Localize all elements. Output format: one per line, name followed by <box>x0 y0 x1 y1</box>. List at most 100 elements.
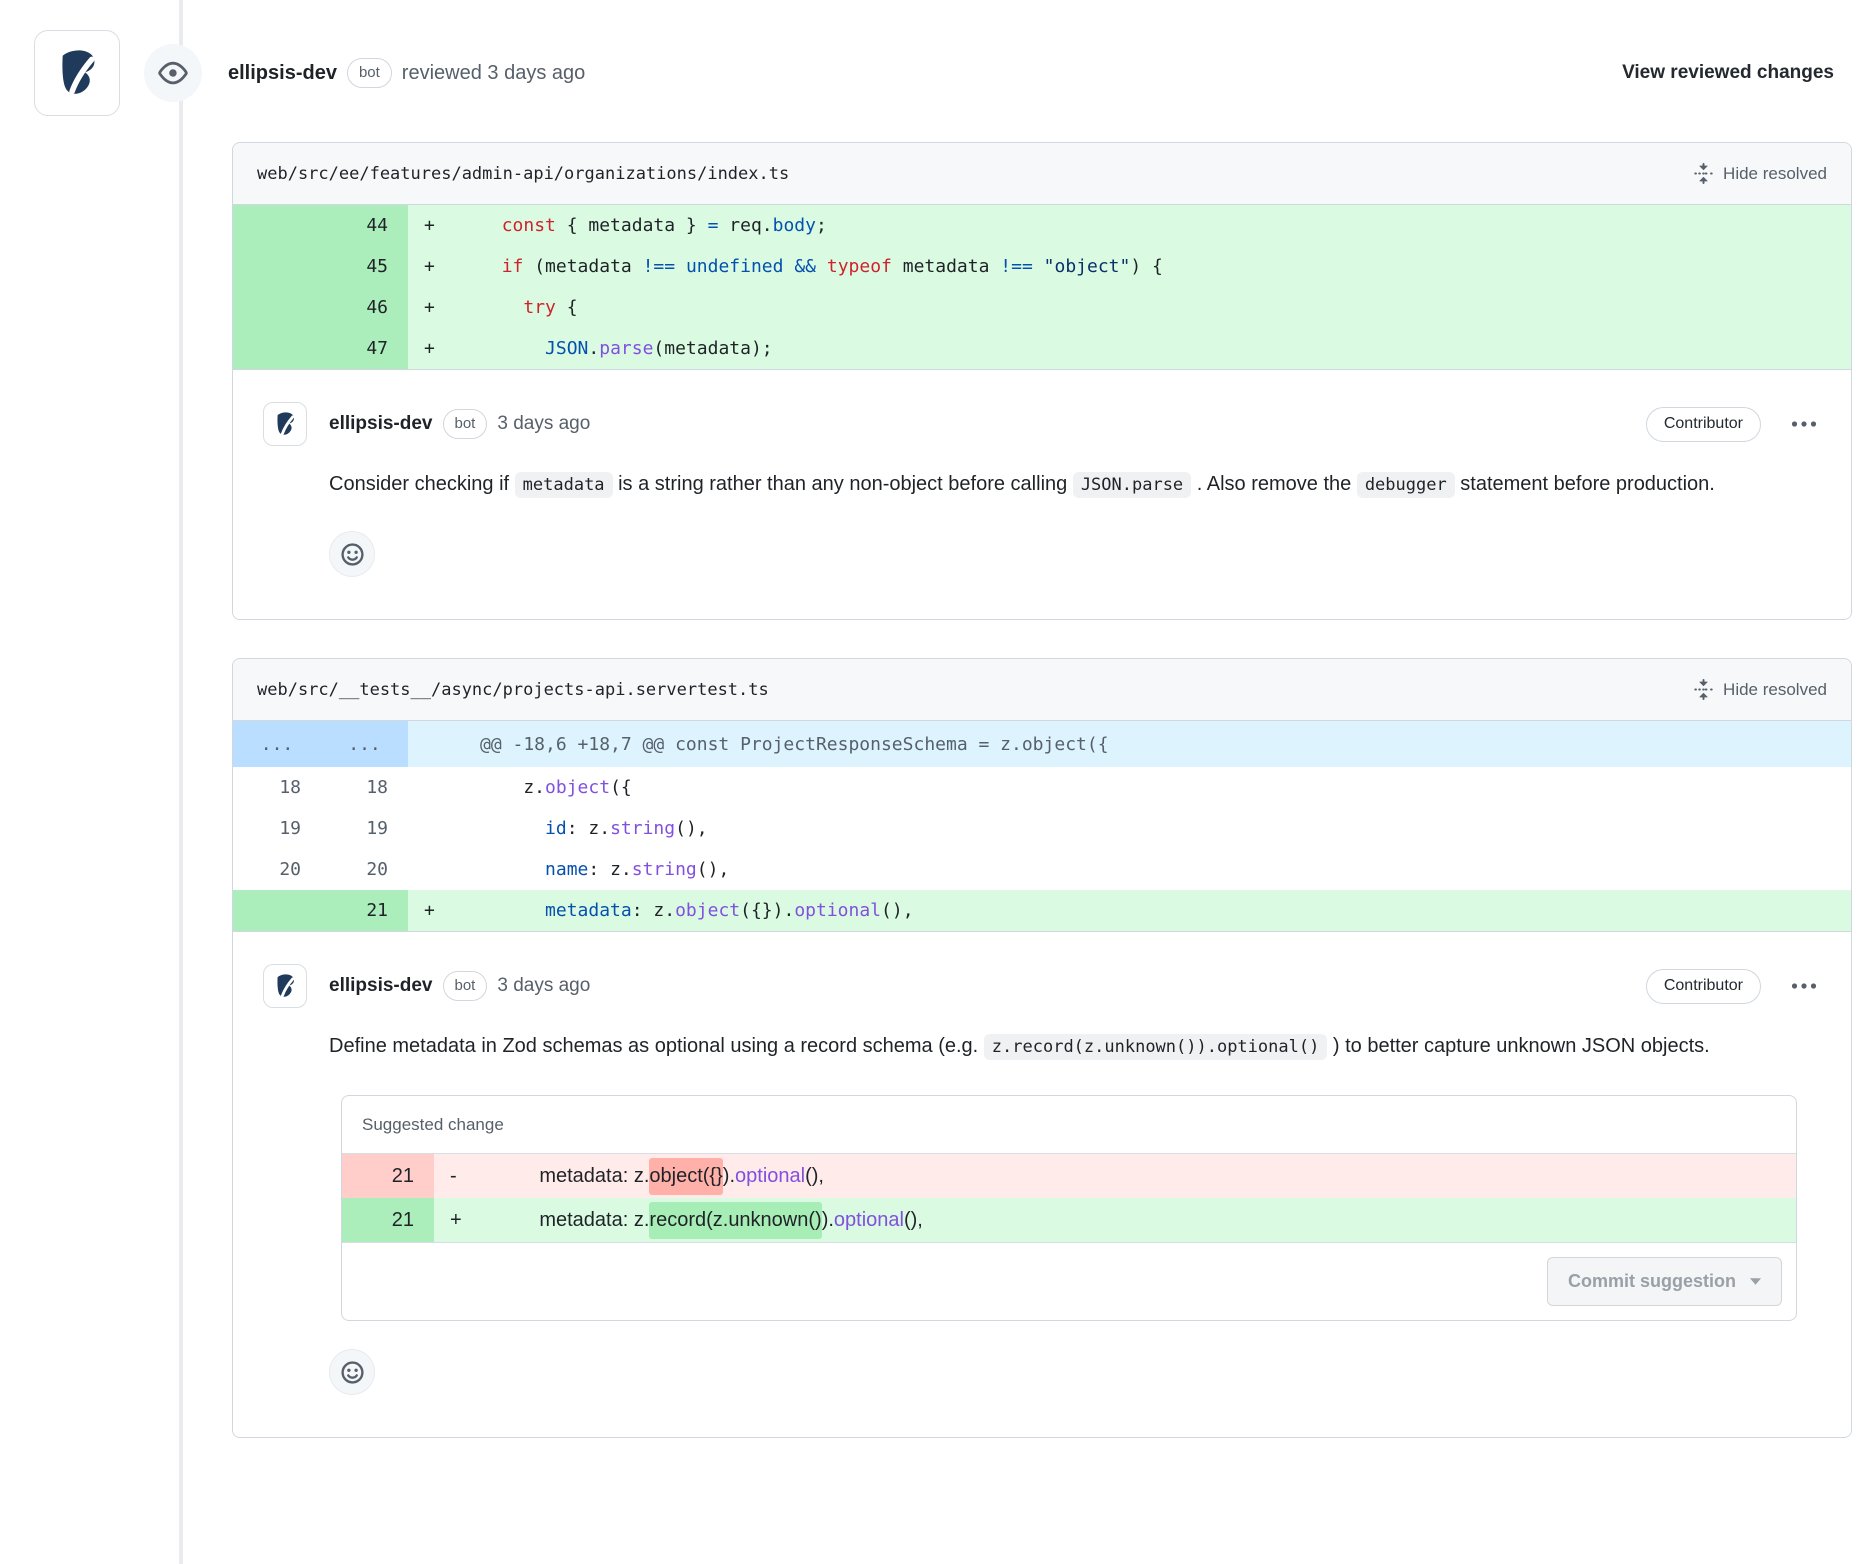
new-line-number: 19 <box>321 808 408 849</box>
kebab-icon <box>1791 982 1817 990</box>
review-comment: ellipsis-dev bot 3 days ago Contributor … <box>233 370 1851 619</box>
inline-code: z.record(z.unknown()).optional() <box>984 1034 1328 1060</box>
file-path-link[interactable]: web/src/__tests__/async/projects-api.ser… <box>257 680 769 700</box>
comment-meta: ellipsis-dev bot 3 days ago <box>329 971 590 1001</box>
code-line: name: z.string(), <box>460 849 1851 890</box>
diff-line: 46+ try { <box>233 287 1851 328</box>
comment-actions: Contributor <box>1646 969 1821 1004</box>
old-line-number: 18 <box>233 767 321 808</box>
comment-author[interactable]: ellipsis-dev <box>329 413 433 435</box>
fold-icon <box>1693 163 1714 184</box>
comment-body: Consider checking if metadata is a strin… <box>329 466 1821 503</box>
ellipsis-logo-icon <box>269 970 301 1002</box>
new-line-number: ... <box>321 721 408 767</box>
contributor-badge: Contributor <box>1646 969 1761 1004</box>
old-line-number <box>233 287 321 328</box>
comment-text: Consider checking if <box>329 473 515 495</box>
comment-header: ellipsis-dev bot 3 days ago Contributor <box>263 964 1821 1008</box>
suggested-change-title: Suggested change <box>342 1096 1796 1154</box>
reviewer-avatar[interactable] <box>34 30 120 116</box>
new-line-number: 44 <box>321 205 408 246</box>
bot-badge: bot <box>443 971 488 1001</box>
code-diff: 44+ const { metadata } = req.body;45+ if… <box>233 205 1851 370</box>
comment-avatar[interactable] <box>263 402 307 446</box>
view-reviewed-changes-link[interactable]: View reviewed changes <box>1622 62 1834 84</box>
bot-badge: bot <box>443 409 488 439</box>
code-line: metadata: z.record(z.unknown()).optional… <box>486 1198 1796 1242</box>
diff-sign: + <box>408 328 460 369</box>
diff-line: 44+ const { metadata } = req.body; <box>233 205 1851 246</box>
diff-line: 2020 name: z.string(), <box>233 849 1851 890</box>
comment-text: ) to better capture unknown JSON objects… <box>1327 1035 1709 1057</box>
diff-sign: + <box>408 205 460 246</box>
timeline-line <box>179 0 183 1564</box>
ellipsis-logo-icon <box>269 408 301 440</box>
diff-sign <box>408 721 460 767</box>
review-action-text: reviewed 3 days ago <box>402 62 585 85</box>
hide-resolved-button[interactable]: Hide resolved <box>1693 163 1827 184</box>
suggestion-footer: Commit suggestion <box>342 1242 1796 1320</box>
code-line: if (metadata !== undefined && typeof met… <box>460 246 1851 287</box>
diff-sign <box>408 849 460 890</box>
old-line-number <box>233 246 321 287</box>
new-line-number: 21 <box>321 890 408 931</box>
diff-sign: - <box>434 1154 486 1198</box>
comment-avatar[interactable] <box>263 964 307 1008</box>
file-path-link[interactable]: web/src/ee/features/admin-api/organizati… <box>257 164 789 184</box>
old-line-number <box>233 890 321 931</box>
diff-line: 1919 id: z.string(), <box>233 808 1851 849</box>
new-line-number: 46 <box>321 287 408 328</box>
code-line: metadata: z.object({}).optional(), <box>486 1154 1796 1198</box>
review-comment: ellipsis-dev bot 3 days ago Contributor … <box>233 932 1851 1437</box>
diff-line: ......@@ -18,6 +18,7 @@ const ProjectRes… <box>233 721 1851 767</box>
diff-line: 47+ JSON.parse(metadata); <box>233 328 1851 369</box>
fold-icon <box>1693 679 1714 700</box>
diff-line: 21+ metadata: z.record(z.unknown()).opti… <box>342 1198 1796 1242</box>
add-reaction-button[interactable] <box>329 531 375 577</box>
hide-resolved-label: Hide resolved <box>1723 680 1827 700</box>
commit-suggestion-label: Commit suggestion <box>1568 1271 1736 1292</box>
add-reaction-button[interactable] <box>329 1349 375 1395</box>
diff-sign: + <box>434 1198 486 1242</box>
diff-line: 21- metadata: z.object({}).optional(), <box>342 1154 1796 1198</box>
code-line: z.object({ <box>460 767 1851 808</box>
comment-header: ellipsis-dev bot 3 days ago Contributor <box>263 402 1821 446</box>
code-line: const { metadata } = req.body; <box>460 205 1851 246</box>
inline-code: debugger <box>1357 472 1455 498</box>
new-line-number: 45 <box>321 246 408 287</box>
old-line-number: 19 <box>233 808 321 849</box>
diff-line: 1818 z.object({ <box>233 767 1851 808</box>
comment-timestamp[interactable]: 3 days ago <box>497 975 590 997</box>
comment-author[interactable]: ellipsis-dev <box>329 975 433 997</box>
diff-sign <box>408 808 460 849</box>
suggested-change-block: Suggested change 21- metadata: z.object(… <box>341 1095 1797 1321</box>
comment-text: Define metadata in Zod schemas as option… <box>329 1035 984 1057</box>
diff-sign <box>408 767 460 808</box>
contributor-badge: Contributor <box>1646 407 1761 442</box>
line-number: 21 <box>342 1198 434 1242</box>
diff-sign: + <box>408 890 460 931</box>
kebab-menu-button[interactable] <box>1787 414 1821 434</box>
comment-body: Define metadata in Zod schemas as option… <box>329 1028 1821 1065</box>
smiley-icon <box>339 541 366 568</box>
diff-sign: + <box>408 246 460 287</box>
line-number: 21 <box>342 1154 434 1198</box>
reviewer-name[interactable]: ellipsis-dev <box>228 62 337 85</box>
old-line-number: 20 <box>233 849 321 890</box>
diff-sign: + <box>408 287 460 328</box>
code-line: JSON.parse(metadata); <box>460 328 1851 369</box>
new-line-number: 18 <box>321 767 408 808</box>
review-title: ellipsis-dev bot reviewed 3 days ago <box>228 58 585 88</box>
hide-resolved-button[interactable]: Hide resolved <box>1693 679 1827 700</box>
file-header: web/src/ee/features/admin-api/organizati… <box>233 143 1851 205</box>
review-thread-card: web/src/ee/features/admin-api/organizati… <box>232 142 1852 620</box>
kebab-menu-button[interactable] <box>1787 976 1821 996</box>
review-header: ellipsis-dev bot reviewed 3 days ago Vie… <box>0 0 1858 116</box>
commit-suggestion-button[interactable]: Commit suggestion <box>1547 1257 1782 1306</box>
file-header: web/src/__tests__/async/projects-api.ser… <box>233 659 1851 721</box>
eye-icon <box>144 44 202 102</box>
new-line-number: 47 <box>321 328 408 369</box>
comment-timestamp[interactable]: 3 days ago <box>497 413 590 435</box>
diff-line: 45+ if (metadata !== undefined && typeof… <box>233 246 1851 287</box>
bot-badge: bot <box>347 58 392 88</box>
